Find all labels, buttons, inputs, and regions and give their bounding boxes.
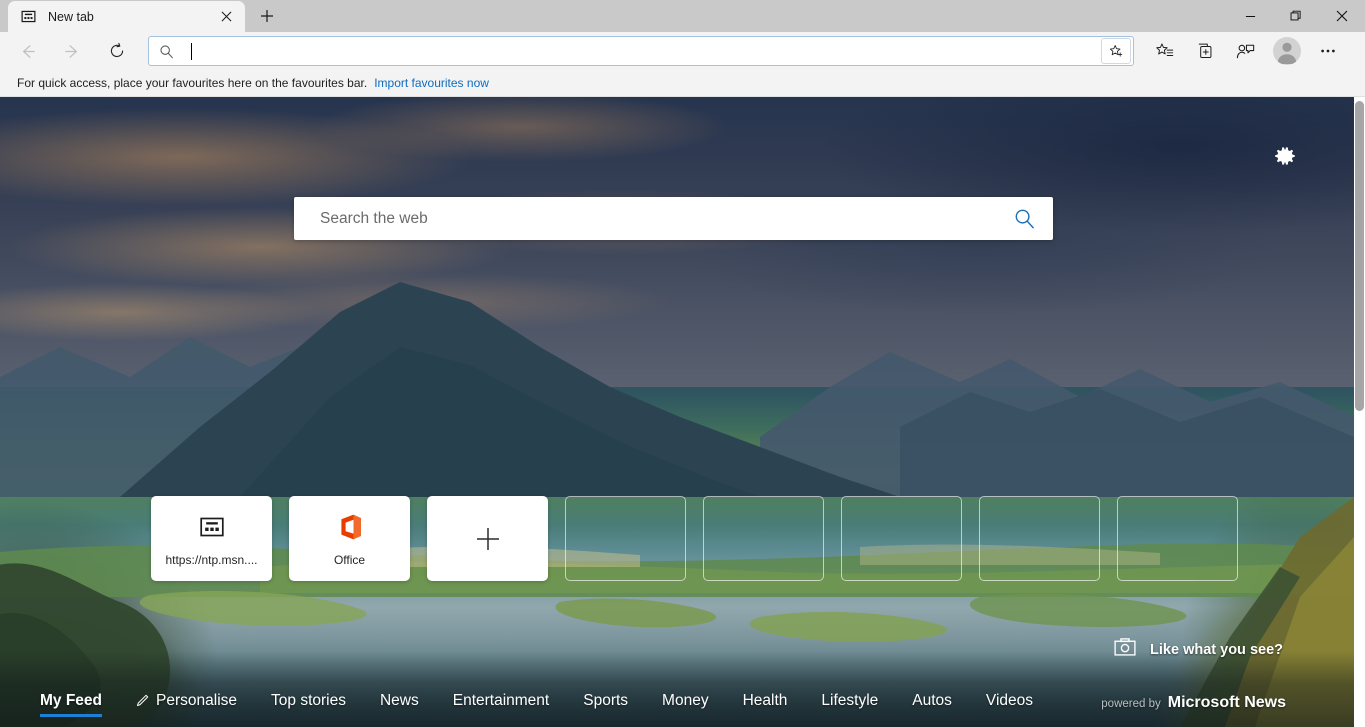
text-caret [191, 43, 192, 60]
feed-nav-label: Entertainment [452, 691, 550, 709]
feed-nav-health[interactable]: Health [743, 692, 788, 715]
placeholder-tile[interactable] [1117, 496, 1238, 581]
feed-nav-label: Health [742, 691, 788, 709]
feed-nav-autos[interactable]: Autos [912, 692, 952, 715]
feed-nav-label: Personalise [156, 691, 238, 709]
add-favorite-icon[interactable] [1101, 38, 1131, 64]
pencil-icon [136, 694, 149, 707]
feed-navigation-bar: My Feed Personalise Top stories News Ent… [0, 679, 1354, 727]
address-input[interactable] [183, 38, 1101, 64]
page-scrollbar[interactable] [1354, 97, 1365, 727]
favourites-bar-message: For quick access, place your favourites … [17, 76, 368, 90]
feed-nav-label: Money [662, 691, 709, 709]
web-search-box[interactable] [294, 197, 1053, 240]
office-icon [337, 510, 363, 544]
powered-by-attribution: powered by Microsoft News [1101, 694, 1286, 712]
shortcut-tile-office[interactable]: Office [289, 496, 410, 581]
website-icon [199, 510, 225, 544]
search-icon [149, 44, 183, 59]
shortcut-tile-label: https://ntp.msn.... [165, 553, 258, 567]
feed-nav-top-stories[interactable]: Top stories [271, 692, 346, 715]
shortcut-tiles: https://ntp.msn.... Office [151, 496, 1238, 581]
feed-nav-label: News [379, 691, 419, 709]
new-tab-page: https://ntp.msn.... Office [0, 97, 1354, 727]
collections-button[interactable] [1188, 36, 1222, 66]
powered-by-brand: Microsoft News [1167, 694, 1286, 711]
favorites-button[interactable] [1148, 36, 1182, 66]
back-button[interactable] [10, 36, 44, 66]
feed-nav-label: Autos [912, 691, 952, 709]
add-shortcut-tile[interactable] [427, 496, 548, 581]
plus-icon [475, 522, 501, 556]
like-what-you-see-button[interactable]: Like what you see? [1114, 638, 1283, 661]
reload-button[interactable] [100, 36, 134, 66]
minimize-button[interactable] [1227, 0, 1273, 32]
browser-toolbar [0, 32, 1365, 70]
web-search-submit-icon[interactable] [995, 197, 1053, 240]
feed-nav-label: Lifestyle [821, 691, 879, 709]
tab-title: New tab [48, 9, 94, 24]
shortcut-tile-ntp-msn[interactable]: https://ntp.msn.... [151, 496, 272, 581]
profile-avatar[interactable] [1273, 37, 1301, 65]
web-search-input[interactable] [320, 209, 995, 228]
placeholder-tile[interactable] [979, 496, 1100, 581]
close-tab-icon[interactable] [215, 6, 237, 28]
forward-button[interactable] [55, 36, 89, 66]
window-controls [1227, 0, 1365, 32]
gear-icon[interactable] [1271, 142, 1299, 170]
like-what-you-see-label: Like what you see? [1150, 641, 1283, 658]
new-tab-favicon-icon [20, 8, 37, 25]
shortcut-tile-label: Office [333, 553, 366, 567]
feed-nav-personalise[interactable]: Personalise [136, 692, 237, 715]
scrollbar-thumb[interactable] [1355, 101, 1364, 411]
feed-nav-label: Sports [583, 691, 629, 709]
more-options-button[interactable] [1311, 36, 1345, 66]
feed-nav-items: My Feed Personalise Top stories News Ent… [40, 691, 1067, 717]
camera-icon [1114, 638, 1136, 661]
feed-nav-news[interactable]: News [380, 692, 419, 715]
placeholder-tile[interactable] [703, 496, 824, 581]
new-tab-button[interactable] [252, 1, 282, 31]
close-window-button[interactable] [1319, 0, 1365, 32]
import-favourites-link[interactable]: Import favourites now [374, 76, 489, 90]
maximize-button[interactable] [1273, 0, 1319, 32]
feed-nav-lifestyle[interactable]: Lifestyle [821, 692, 878, 715]
favourites-bar: For quick access, place your favourites … [0, 70, 1365, 97]
feed-nav-label: My Feed [40, 691, 103, 709]
feed-nav-entertainment[interactable]: Entertainment [453, 692, 550, 715]
browser-tab-new-tab[interactable]: New tab [8, 1, 245, 32]
feed-nav-label: Videos [985, 691, 1034, 709]
feed-nav-my-feed[interactable]: My Feed [40, 691, 103, 717]
feed-nav-money[interactable]: Money [662, 692, 709, 715]
background-mountains [0, 282, 1354, 727]
placeholder-tile[interactable] [841, 496, 962, 581]
placeholder-tile[interactable] [565, 496, 686, 581]
address-bar[interactable] [148, 36, 1134, 66]
feed-nav-videos[interactable]: Videos [986, 692, 1033, 715]
title-bar: New tab [0, 0, 1365, 32]
feed-nav-label: Top stories [271, 691, 346, 709]
share-feedback-button[interactable] [1228, 36, 1262, 66]
feed-nav-sports[interactable]: Sports [583, 692, 628, 715]
powered-by-prefix: powered by [1101, 698, 1161, 710]
